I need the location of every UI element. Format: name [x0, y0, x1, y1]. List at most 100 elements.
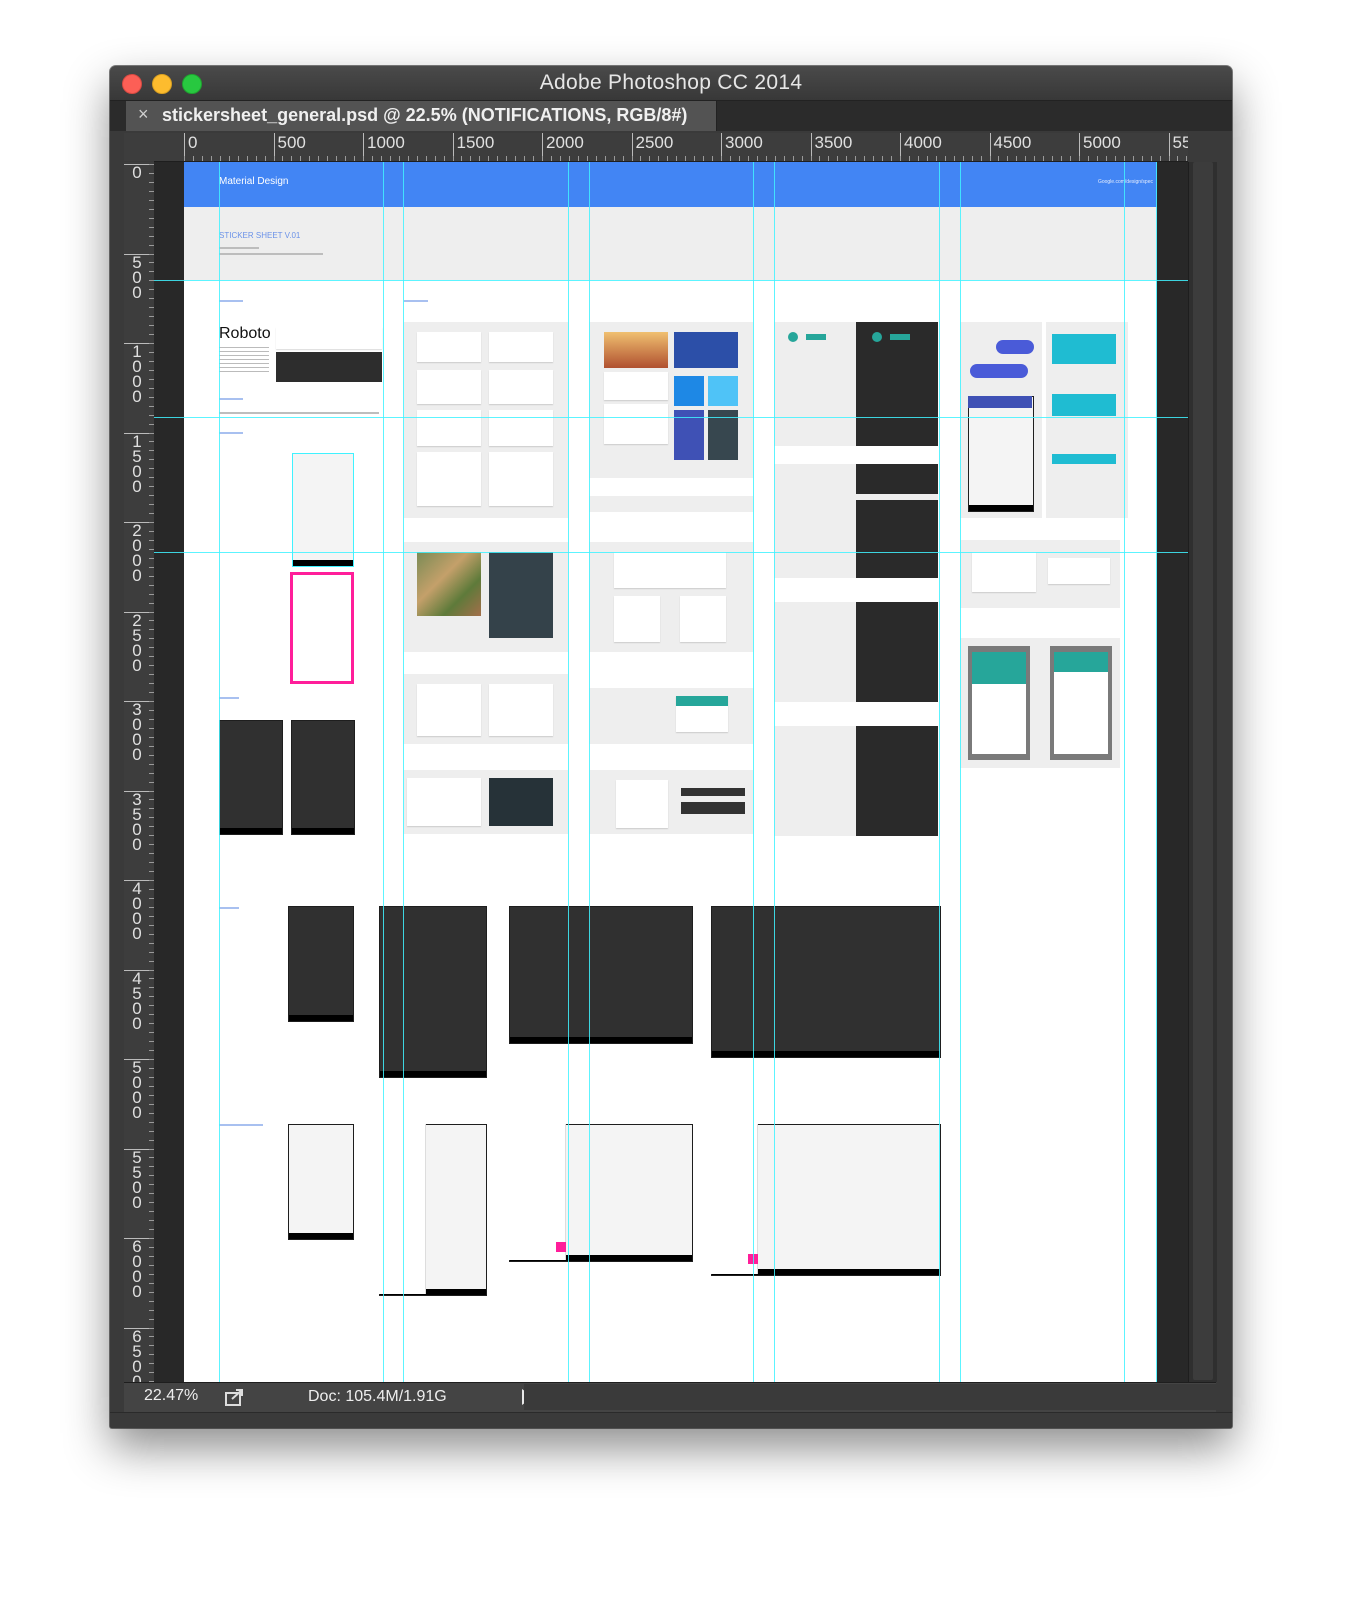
ruler-tick — [533, 156, 535, 161]
card-image-sunset — [604, 332, 668, 368]
material-design-header: Material Design Google.com/design/spec — [184, 162, 1157, 207]
ruler-tick — [407, 156, 409, 161]
ruler-label-v: 5500 — [124, 1148, 150, 1211]
ruler-tick — [363, 156, 364, 161]
vertical-scrollbar-thumb[interactable] — [1193, 162, 1213, 1380]
ruler-tick — [864, 156, 866, 161]
keyboard-light — [407, 778, 481, 826]
keyboard-dark — [489, 778, 553, 826]
canvas-area[interactable]: Material Design Google.com/design/spec S… — [154, 162, 1188, 1382]
ruler-tick — [649, 156, 651, 161]
ruler-tick — [855, 156, 857, 161]
phone-navbar — [289, 1233, 353, 1239]
dark-phone-mockup — [288, 906, 354, 1022]
ruler-origin[interactable] — [124, 133, 154, 161]
ruler-tick — [318, 156, 320, 161]
phone-mockup-light — [292, 453, 354, 567]
snackbar — [681, 788, 745, 796]
list-card — [417, 452, 481, 506]
material-design-url: Google.com/design/spec — [1097, 179, 1153, 185]
ruler-tick — [586, 156, 588, 161]
ruler-tick — [559, 156, 561, 161]
horizontal-scrollbar[interactable] — [524, 1384, 1216, 1410]
document-size-info[interactable]: Doc: 105.4M/1.91G — [308, 1388, 447, 1406]
ruler-tick — [1007, 156, 1009, 161]
ruler-tick — [900, 156, 901, 161]
chips-panel — [589, 688, 753, 744]
window-bottom-edge — [110, 1412, 1232, 1428]
ruler-tick — [568, 156, 570, 161]
ruler-tick — [1105, 156, 1107, 161]
list-card — [417, 410, 481, 446]
vertical-ruler[interactable]: 0 500 1000 1500 2000 2500 3000 3500 4000 4500 5000… — [124, 162, 155, 1382]
phone-navbar — [289, 1015, 353, 1021]
ruler-tick — [971, 156, 973, 161]
notification-card — [1048, 558, 1110, 584]
vertical-scrollbar[interactable] — [1188, 162, 1217, 1382]
ruler-tick — [801, 156, 803, 161]
ruler-tick — [721, 156, 722, 161]
export-icon[interactable] — [224, 1387, 246, 1407]
phone-navbar — [293, 560, 353, 566]
dialog-small — [614, 596, 660, 642]
sliders-dark-panel — [856, 500, 938, 578]
ruler-tick — [210, 156, 212, 161]
time-picker-clock — [1054, 672, 1108, 754]
type-table-dark — [276, 352, 382, 382]
volume-phone-dark — [291, 720, 355, 835]
close-tab-icon[interactable]: × — [138, 104, 149, 125]
ruler-tick — [640, 156, 642, 161]
zoom-level-field[interactable]: 22.47% — [144, 1387, 198, 1405]
ruler-tick — [327, 156, 329, 161]
guide-line — [939, 162, 940, 1382]
document-tab-bar: × stickersheet_general.psd @ 22.5% (NOTI… — [110, 101, 1232, 131]
intro-text-line — [219, 247, 259, 249]
ruler-tick — [685, 156, 687, 161]
ruler-label-v: 2000 — [124, 522, 150, 584]
ruler-tick — [1150, 156, 1152, 161]
buttons-dark-panel — [856, 322, 938, 446]
guide-line — [154, 417, 1188, 418]
section-label — [404, 300, 428, 302]
ruler-tick — [282, 156, 284, 161]
ruler-tick — [998, 156, 1000, 161]
title-bar[interactable]: Adobe Photoshop CC 2014 — [110, 66, 1232, 101]
card-tile-blue — [674, 376, 704, 406]
ruler-tick — [264, 156, 266, 161]
grid-tiles-dark — [489, 552, 553, 638]
pink-keyline — [556, 1242, 566, 1252]
ruler-tick — [1159, 156, 1161, 161]
photo-grid — [417, 552, 481, 616]
contacts-phone — [968, 396, 1034, 512]
phone-navbar — [380, 1071, 486, 1077]
dark-tablet-landscape — [509, 906, 693, 1044]
ruler-tick — [192, 156, 194, 161]
ruler-tick — [1132, 156, 1134, 161]
ruler-label-v: 3500 — [124, 790, 150, 853]
dark-desktop — [711, 906, 941, 1058]
contact-chip-header — [676, 696, 728, 706]
ruler-tick — [846, 156, 848, 161]
ruler-tick — [953, 156, 955, 161]
document-tab[interactable]: × stickersheet_general.psd @ 22.5% (NOTI… — [126, 101, 717, 131]
ruler-tick — [452, 156, 454, 161]
ruler-tick — [1052, 156, 1054, 161]
document-tab-title[interactable]: stickersheet_general.psd @ 22.5% (NOTIFI… — [162, 105, 687, 126]
date-picker-header — [972, 652, 1026, 684]
ruler-tick — [389, 156, 391, 161]
bottom-sheet-list — [489, 684, 553, 736]
sticker-sheet-title: STICKER SHEET V.01 — [219, 231, 301, 240]
list-card — [489, 410, 553, 446]
ruler-tick — [810, 156, 812, 161]
horizontal-ruler[interactable]: 0 500 1000 1500 2000 2500 3000 3500 4000 4500 5000… — [154, 133, 1188, 162]
ruler-tick — [479, 156, 481, 161]
ruler-tick — [891, 156, 893, 161]
message-bubble — [970, 364, 1028, 378]
ruler-label-v: 1500 — [124, 432, 150, 495]
ruler-tick — [882, 156, 884, 161]
guide-line — [589, 162, 590, 1382]
document-canvas[interactable]: Material Design Google.com/design/spec S… — [184, 162, 1157, 1382]
card-tile-lightblue — [708, 376, 738, 406]
ruler-tick — [291, 156, 293, 161]
type-scale-list — [219, 344, 269, 374]
